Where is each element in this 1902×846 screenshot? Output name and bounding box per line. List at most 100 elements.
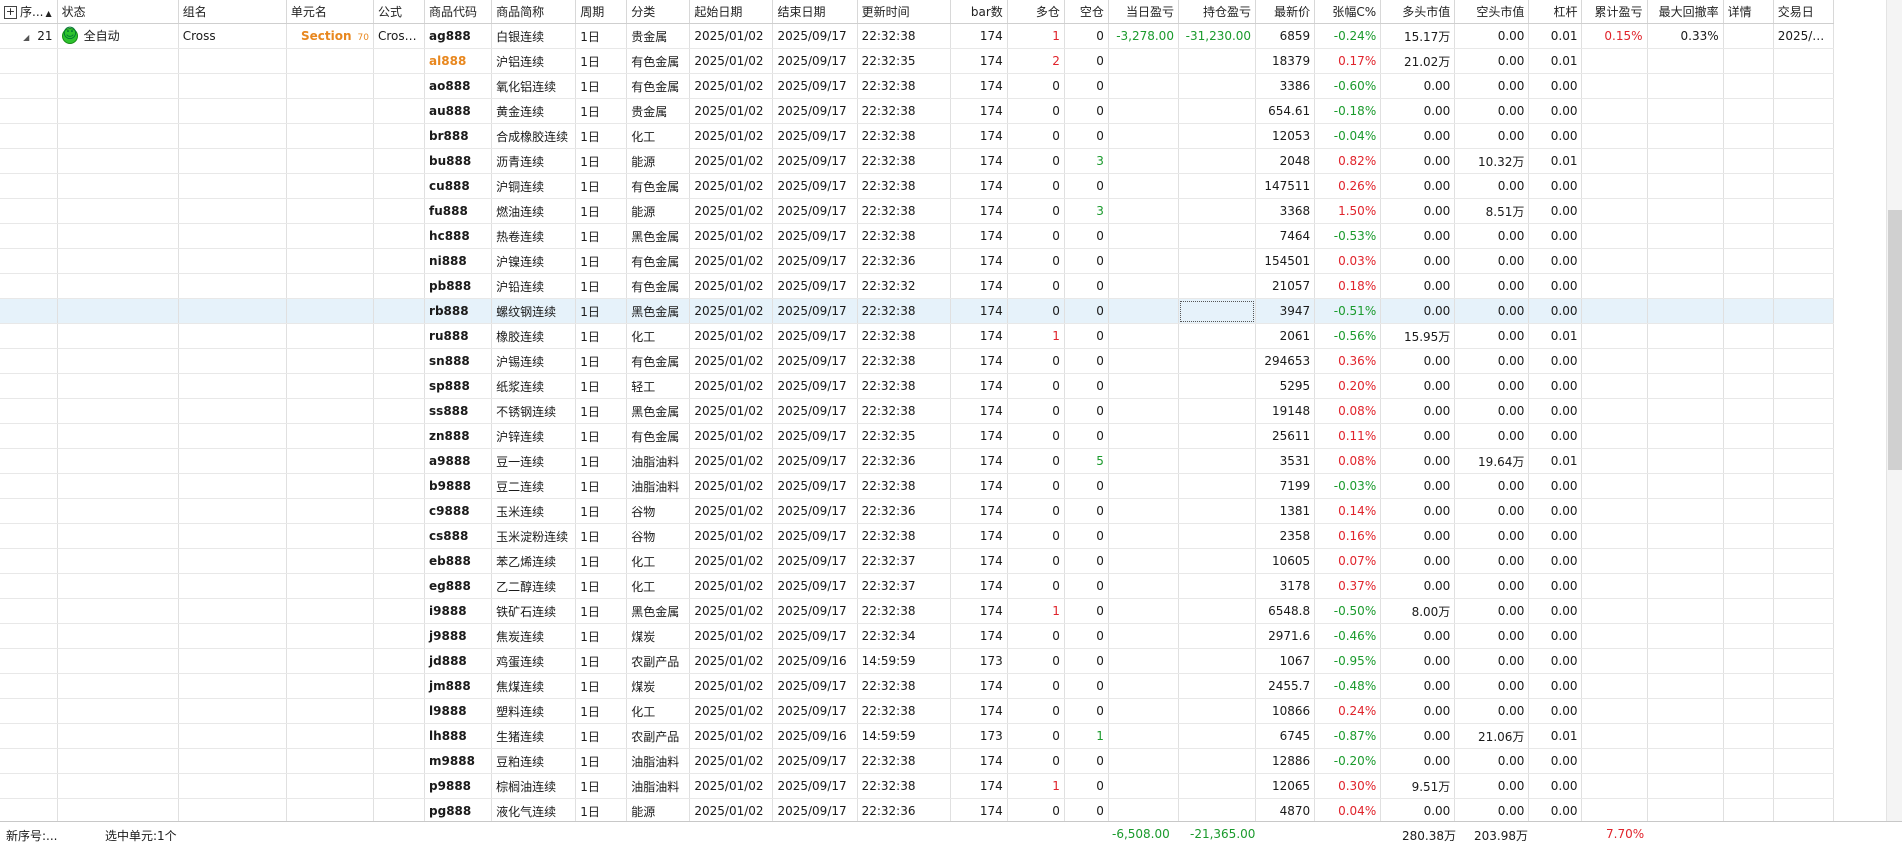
detail-cell[interactable] [1723,498,1774,524]
short-val-cell: 21.06万 [1454,723,1530,749]
detail-cell[interactable] [1723,548,1774,574]
table-row[interactable]: c9888 玉米连续 1日 谷物 2025/01/02 2025/09/17 22:32:3… [0,498,1835,524]
table-row[interactable]: p9888 棕榈油连续 1日 油脂油料 2025/01/02 2025/09/17 22:3… [0,773,1835,799]
table-row[interactable]: ni888 沪镍连续 1日 有色金属 2025/01/02 2025/09/17 22:32… [0,248,1835,274]
group-row[interactable]: ◢21 全自动 Cross Section70 Cross... ag888 白… [0,23,1835,49]
col-header-group[interactable]: 组名 [178,0,287,24]
table-row[interactable]: fu888 燃油连续 1日 能源 2025/01/02 2025/09/17 22:32:3… [0,198,1835,224]
col-header-status[interactable]: 状态 [57,0,179,24]
cum-pnl-cell [1581,373,1648,399]
table-row[interactable]: bu888 沥青连续 1日 能源 2025/01/02 2025/09/17 22:32:3… [0,148,1835,174]
col-header-unit[interactable]: 单元名 [286,0,374,24]
table-row[interactable]: a9888 豆一连续 1日 油脂油料 2025/01/02 2025/09/17 22:32… [0,448,1835,474]
detail-cell[interactable] [1723,173,1774,199]
detail-cell[interactable] [1723,748,1774,774]
detail-cell[interactable] [1723,223,1774,249]
table-row[interactable]: jm888 焦煤连续 1日 煤炭 2025/01/02 2025/09/17 22:32:3… [0,673,1835,699]
long-val-cell: 0.00 [1380,748,1456,774]
col-header-chg[interactable]: 张幅C% [1314,0,1382,24]
detail-cell[interactable] [1723,398,1774,424]
col-header-detail[interactable]: 详情 [1723,0,1774,24]
detail-cell[interactable] [1723,598,1774,624]
detail-cell[interactable] [1723,323,1774,349]
table-row[interactable]: cu888 沪铜连续 1日 有色金属 2025/01/02 2025/09/17 22:32… [0,173,1835,199]
table-row[interactable]: sn888 沪锡连续 1日 有色金属 2025/01/02 2025/09/17 22:32… [0,348,1835,374]
detail-cell[interactable] [1723,73,1774,99]
table-row[interactable]: j9888 焦炭连续 1日 煤炭 2025/01/02 2025/09/17 22:32:3… [0,623,1835,649]
table-row[interactable]: i9888 铁矿石连续 1日 黑色金属 2025/01/02 2025/09/17 22:3… [0,598,1835,624]
detail-cell[interactable] [1723,623,1774,649]
detail-cell[interactable] [1723,698,1774,724]
detail-cell[interactable] [1723,448,1774,474]
table-row[interactable]: sp888 纸浆连续 1日 轻工 2025/01/02 2025/09/17 22:32:3… [0,373,1835,399]
detail-cell[interactable] [1723,423,1774,449]
col-header-cum-pnl[interactable]: 累计盈亏 [1581,0,1648,24]
detail-cell[interactable] [1723,298,1774,324]
table-row[interactable]: al888 沪铝连续 1日 有色金属 2025/01/02 2025/09/17 22:32… [0,48,1835,74]
code-cell: fu888 [424,198,493,224]
table-row[interactable]: eb888 苯乙烯连续 1日 化工 2025/01/02 2025/09/17 22:32:… [0,548,1835,574]
col-header-formula[interactable]: 公式 [373,0,426,24]
detail-cell[interactable] [1723,98,1774,124]
col-header-period[interactable]: 周期 [575,0,628,24]
data-grid[interactable]: + 序... ▲ 状态 组名 单元名 公式 商品代码 商品简称 周期 分类 起始日期… [0,0,1886,821]
col-header-short-val[interactable]: 空头市值 [1454,0,1530,24]
detail-cell[interactable] [1723,723,1774,749]
table-row[interactable]: eg888 乙二醇连续 1日 化工 2025/01/02 2025/09/17 22:32:… [0,573,1835,599]
col-header-seq[interactable]: + 序... ▲ [0,0,58,24]
col-header-code[interactable]: 商品代码 [424,0,493,24]
detail-cell[interactable] [1723,198,1774,224]
table-row[interactable]: zn888 沪锌连续 1日 有色金属 2025/01/02 2025/09/17 22:32… [0,423,1835,449]
table-row[interactable]: rb888 螺纹钢连续 1日 黑色金属 2025/01/02 2025/09/17 22:3… [0,298,1835,324]
col-header-short[interactable]: 空仓 [1064,0,1109,24]
detail-cell[interactable] [1723,48,1774,74]
col-header-name[interactable]: 商品简称 [491,0,577,24]
table-row[interactable]: pb888 沪铅连续 1日 有色金属 2025/01/02 2025/09/17 22:32… [0,273,1835,299]
col-header-long-val[interactable]: 多头市值 [1380,0,1456,24]
col-header-long[interactable]: 多仓 [1007,0,1065,24]
detail-cell[interactable] [1723,373,1774,399]
detail-cell[interactable] [1723,473,1774,499]
table-row[interactable]: cs888 玉米淀粉连续 1日 谷物 2025/01/02 2025/09/17 22:32… [0,523,1835,549]
table-row[interactable]: m9888 豆粕连续 1日 油脂油料 2025/01/02 2025/09/17 22:32… [0,748,1835,774]
table-row[interactable]: l9888 塑料连续 1日 化工 2025/01/02 2025/09/17 22:32:3… [0,698,1835,724]
col-header-trade-day[interactable]: 交易日 [1773,0,1835,24]
detail-cell[interactable] [1723,648,1774,674]
col-header-time[interactable]: 更新时间 [857,0,951,24]
col-header-bars[interactable]: bar数 [950,0,1008,24]
table-row[interactable]: b9888 豆二连续 1日 油脂油料 2025/01/02 2025/09/17 22:32… [0,473,1835,499]
detail-cell[interactable] [1723,123,1774,149]
detail-cell[interactable] [1723,573,1774,599]
col-header-category[interactable]: 分类 [626,0,691,24]
table-row[interactable]: pg888 液化气连续 1日 能源 2025/01/02 2025/09/17 22:32:… [0,798,1835,821]
vertical-scrollbar[interactable] [1886,0,1902,821]
detail-cell[interactable] [1723,148,1774,174]
col-header-max-dd[interactable]: 最大回撤率 [1647,0,1724,24]
col-header-start[interactable]: 起始日期 [689,0,774,24]
col-header-pos-pnl[interactable]: 持仓盈亏 [1178,0,1257,24]
table-row[interactable]: hc888 热卷连续 1日 黑色金属 2025/01/02 2025/09/17 22:32… [0,223,1835,249]
detail-cell[interactable] [1723,673,1774,699]
add-icon[interactable]: + [4,6,17,19]
col-header-end[interactable]: 结束日期 [772,0,858,24]
table-row[interactable]: au888 黄金连续 1日 贵金属 2025/01/02 2025/09/17 22:32:… [0,98,1835,124]
detail-cell[interactable] [1723,773,1774,799]
chg-cell: 0.16% [1314,523,1382,549]
table-row[interactable]: jd888 鸡蛋连续 1日 农副产品 2025/01/02 2025/09/16 14:59… [0,648,1835,674]
table-row[interactable]: ru888 橡胶连续 1日 化工 2025/01/02 2025/09/17 22:32:3… [0,323,1835,349]
detail-cell[interactable] [1723,273,1774,299]
scrollbar-thumb[interactable] [1888,210,1902,470]
detail-cell[interactable] [1723,248,1774,274]
table-row[interactable]: ss888 不锈钢连续 1日 黑色金属 2025/01/02 2025/09/17 22:3… [0,398,1835,424]
detail-cell[interactable] [1723,348,1774,374]
col-header-leverage[interactable]: 杠杆 [1528,0,1583,24]
col-header-price[interactable]: 最新价 [1255,0,1316,24]
detail-cell[interactable] [1723,23,1774,49]
table-row[interactable]: br888 合成橡胶连续 1日 化工 2025/01/02 2025/09/17 22:32… [0,123,1835,149]
detail-cell[interactable] [1723,523,1774,549]
expand-icon[interactable]: ◢ [23,33,29,42]
table-row[interactable]: ao888 氧化铝连续 1日 有色金属 2025/01/02 2025/09/17 22:3… [0,73,1835,99]
table-row[interactable]: lh888 生猪连续 1日 农副产品 2025/01/02 2025/09/16 14:59… [0,723,1835,749]
detail-cell[interactable] [1723,798,1774,821]
col-header-day-pnl[interactable]: 当日盈亏 [1108,0,1179,24]
